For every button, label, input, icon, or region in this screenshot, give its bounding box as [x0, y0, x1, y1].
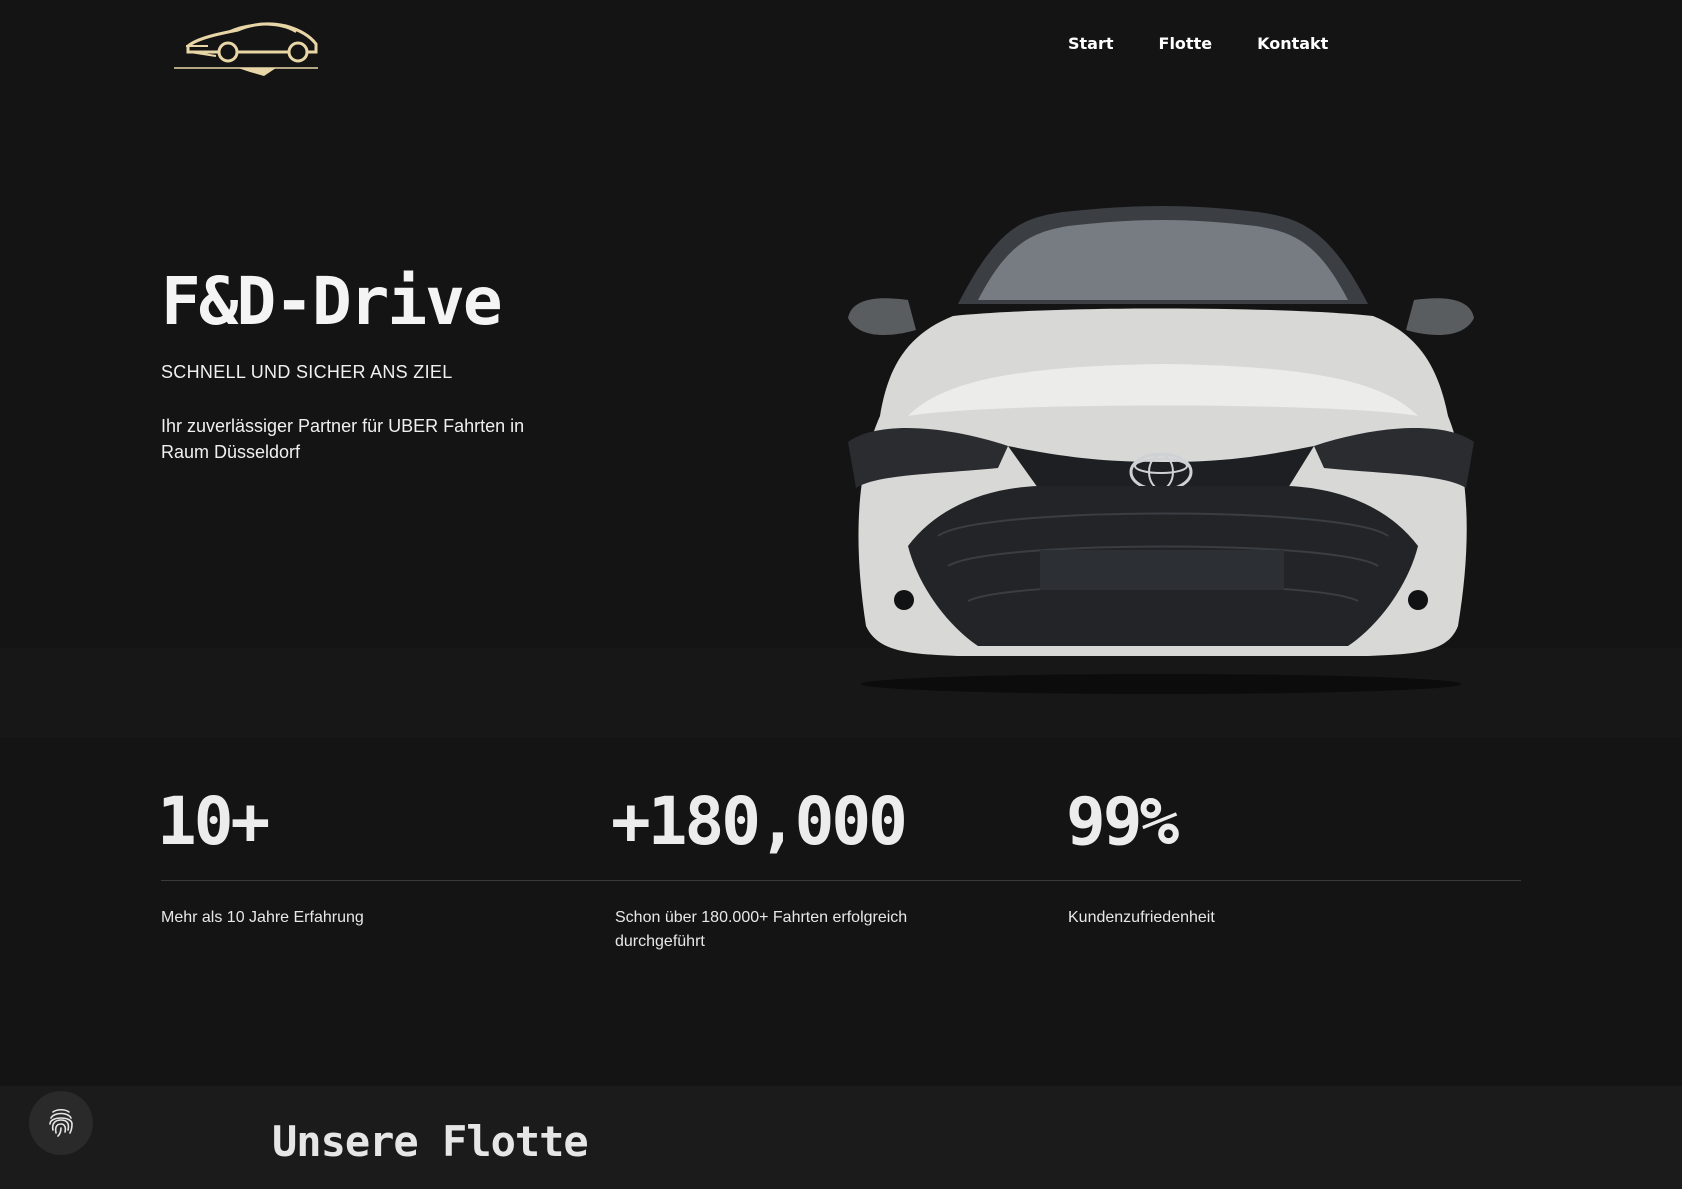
stat-label: Kundenzufriedenheit	[1068, 909, 1215, 926]
hero-description: Ihr zuverlässiger Partner für UBER Fahrt…	[161, 416, 525, 462]
stat-label: Mehr als 10 Jahre Erfahrung	[161, 909, 364, 926]
fingerprint-icon	[49, 1108, 73, 1137]
cookie-settings-button[interactable]	[29, 1091, 93, 1155]
sports-car-logo-icon[interactable]	[168, 16, 324, 76]
nav-flotte[interactable]: Flotte	[1159, 34, 1213, 53]
nav-start[interactable]: Start	[1068, 34, 1114, 53]
car-image-icon	[848, 206, 1474, 694]
main-nav: Start Flotte Kontakt	[1068, 34, 1328, 53]
fleet-section	[0, 1086, 1682, 1189]
site-header: Start Flotte Kontakt	[0, 0, 1682, 90]
hero-tagline: SCHNELL UND SICHER ANS ZIEL	[161, 362, 453, 382]
page: Start Flotte Kontakt F&D-Drive SCHNELL U…	[0, 0, 1682, 1189]
nav-kontakt[interactable]: Kontakt	[1257, 34, 1328, 53]
fleet-title: Unsere Flotte	[272, 1117, 589, 1166]
stat-value: 99%	[1066, 783, 1179, 860]
hero-title: F&D-Drive	[161, 263, 503, 340]
stat-value: 10+	[157, 783, 270, 860]
stats-divider	[161, 880, 1521, 881]
stat-value: +180,000	[611, 783, 908, 860]
stat-label: Schon über 180.000+ Fahrten erfolgreich …	[615, 909, 908, 950]
